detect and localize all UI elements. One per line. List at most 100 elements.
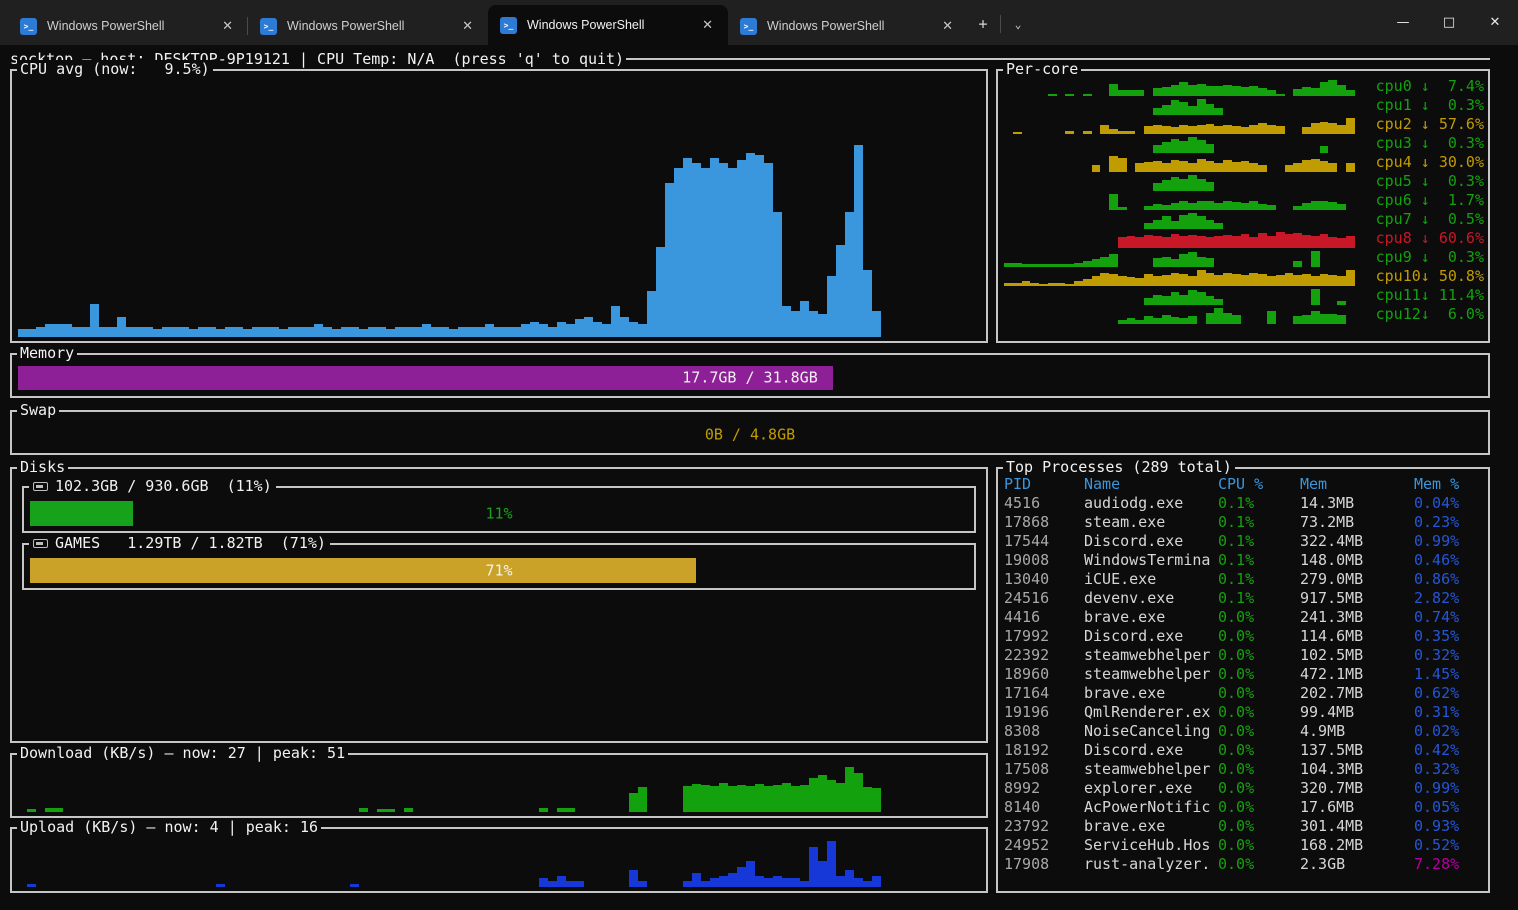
disks-panel: Disks 102.3GB / 930.6GB (11%) 11% GAMES … <box>10 467 988 743</box>
chart-bar <box>1179 236 1188 248</box>
cell-memp: 0.93% <box>1414 817 1484 836</box>
chart-bar <box>701 881 710 887</box>
cpu-avg-panel-title: CPU avg (now: 9.5%) <box>17 60 213 78</box>
chart-bar <box>404 808 413 812</box>
chart-bar <box>1013 132 1022 134</box>
chart-bar <box>1013 283 1022 286</box>
chart-bar <box>1074 263 1083 267</box>
chart-bar <box>1337 85 1346 96</box>
chart-bar <box>1171 203 1180 210</box>
chart-bar <box>1293 163 1302 172</box>
chart-bar <box>1328 275 1337 286</box>
chart-bar <box>539 878 548 887</box>
chart-bar <box>1214 275 1223 286</box>
chart-bar <box>1197 257 1206 267</box>
titlebar: >_Windows PowerShell✕>_Windows PowerShel… <box>0 0 1518 45</box>
chart-bar <box>638 881 647 887</box>
close-tab-icon[interactable]: ✕ <box>937 16 958 36</box>
new-tab-button[interactable]: + <box>968 9 998 39</box>
chart-bar <box>656 247 665 337</box>
disk-usage-gauge: 71% <box>30 558 968 583</box>
chart-bar <box>1171 127 1180 134</box>
close-tab-icon[interactable]: ✕ <box>697 15 718 35</box>
chart-bar <box>1197 159 1206 172</box>
chart-bar <box>728 873 737 887</box>
cell-cpu: 0.1% <box>1218 570 1300 589</box>
chart-bar <box>54 808 63 812</box>
chart-bar <box>341 327 350 337</box>
chart-bar <box>1311 236 1320 248</box>
chart-bar <box>279 329 288 337</box>
chart-bar <box>1267 236 1276 248</box>
chart-bar <box>863 270 872 337</box>
cell-mem: 17.6MB <box>1300 798 1414 817</box>
table-row: 19196QmlRenderer.ex0.0%99.4MB0.31% <box>1004 703 1484 722</box>
cell-cpu: 0.0% <box>1218 817 1300 836</box>
chart-bar <box>1320 122 1329 134</box>
chart-bar <box>1127 277 1136 286</box>
chart-bar <box>1144 223 1153 229</box>
chart-bar <box>1162 87 1171 96</box>
tab-dropdown-button[interactable]: ⌄ <box>1003 9 1033 39</box>
cell-mem: Mem <box>1300 475 1414 494</box>
terminal-screen[interactable]: socktop — host: DESKTOP-9P19121 | CPU Te… <box>0 45 1518 910</box>
cell-mem: 279.0MB <box>1300 570 1414 589</box>
chart-bar <box>1162 237 1171 248</box>
chart-bar <box>1188 137 1197 153</box>
cell-pid: 17868 <box>1004 513 1084 532</box>
cell-cpu: 0.1% <box>1218 532 1300 551</box>
chart-bar <box>1153 204 1162 210</box>
chart-bar <box>252 327 261 337</box>
chart-bar <box>764 786 773 812</box>
tab-windows-powershell-2[interactable]: >_Windows PowerShell✕ <box>248 7 488 45</box>
chart-bar <box>350 884 359 887</box>
download-chart <box>18 767 980 812</box>
chart-bar <box>1109 254 1118 267</box>
cell-pid: 17164 <box>1004 684 1084 703</box>
chart-bar <box>1311 311 1320 324</box>
cell-mem: 241.3MB <box>1300 608 1414 627</box>
chart-bar <box>1179 274 1188 286</box>
core-label: cpu7 ↓ 0.5% <box>1368 210 1484 229</box>
tab-title: Windows PowerShell <box>527 18 687 32</box>
chart-bar <box>1337 315 1346 324</box>
core-label: cpu12↓ 6.0% <box>1368 305 1484 324</box>
chart-bar <box>503 327 512 337</box>
minimize-button[interactable]: — <box>1380 0 1426 45</box>
chart-bar <box>1162 315 1171 324</box>
chart-bar <box>692 784 701 812</box>
chart-bar <box>548 327 557 337</box>
chart-bar <box>1320 274 1329 286</box>
tab-windows-powershell-4[interactable]: >_Windows PowerShell✕ <box>728 7 968 45</box>
close-button[interactable]: ✕ <box>1472 0 1518 45</box>
chart-bar <box>1197 179 1206 191</box>
chart-bar <box>800 301 809 337</box>
chart-bar <box>1144 274 1153 286</box>
chart-bar <box>701 168 710 337</box>
cell-name: NoiseCanceling <box>1084 722 1218 741</box>
chart-bar <box>827 276 836 337</box>
close-tab-icon[interactable]: ✕ <box>217 16 238 36</box>
chart-bar <box>1153 88 1162 96</box>
chart-bar <box>1118 237 1127 248</box>
chart-bar <box>746 153 755 337</box>
core-label: cpu10↓ 50.8% <box>1368 267 1484 286</box>
top-processes-panel-title: Top Processes (289 total) <box>1003 458 1235 476</box>
cell-pid: 24516 <box>1004 589 1084 608</box>
chart-bar <box>27 809 36 812</box>
chart-bar <box>1057 264 1066 267</box>
chart-bar <box>818 314 827 337</box>
close-tab-icon[interactable]: ✕ <box>457 16 478 36</box>
chart-bar <box>1232 236 1241 248</box>
chart-bar <box>629 322 638 337</box>
chart-bar <box>1328 237 1337 248</box>
chart-bar <box>1179 254 1188 267</box>
core-label: cpu3 ↓ 0.3% <box>1368 134 1484 153</box>
maximize-button[interactable]: □ <box>1426 0 1472 45</box>
tab-windows-powershell-3[interactable]: >_Windows PowerShell✕ <box>488 5 728 45</box>
chart-bar <box>189 329 198 337</box>
swap-gauge-label: 0B / 4.8GB <box>18 426 1482 444</box>
chart-bar <box>1214 86 1223 96</box>
cell-cpu: 0.0% <box>1218 741 1300 760</box>
tab-windows-powershell-1[interactable]: >_Windows PowerShell✕ <box>8 7 248 45</box>
